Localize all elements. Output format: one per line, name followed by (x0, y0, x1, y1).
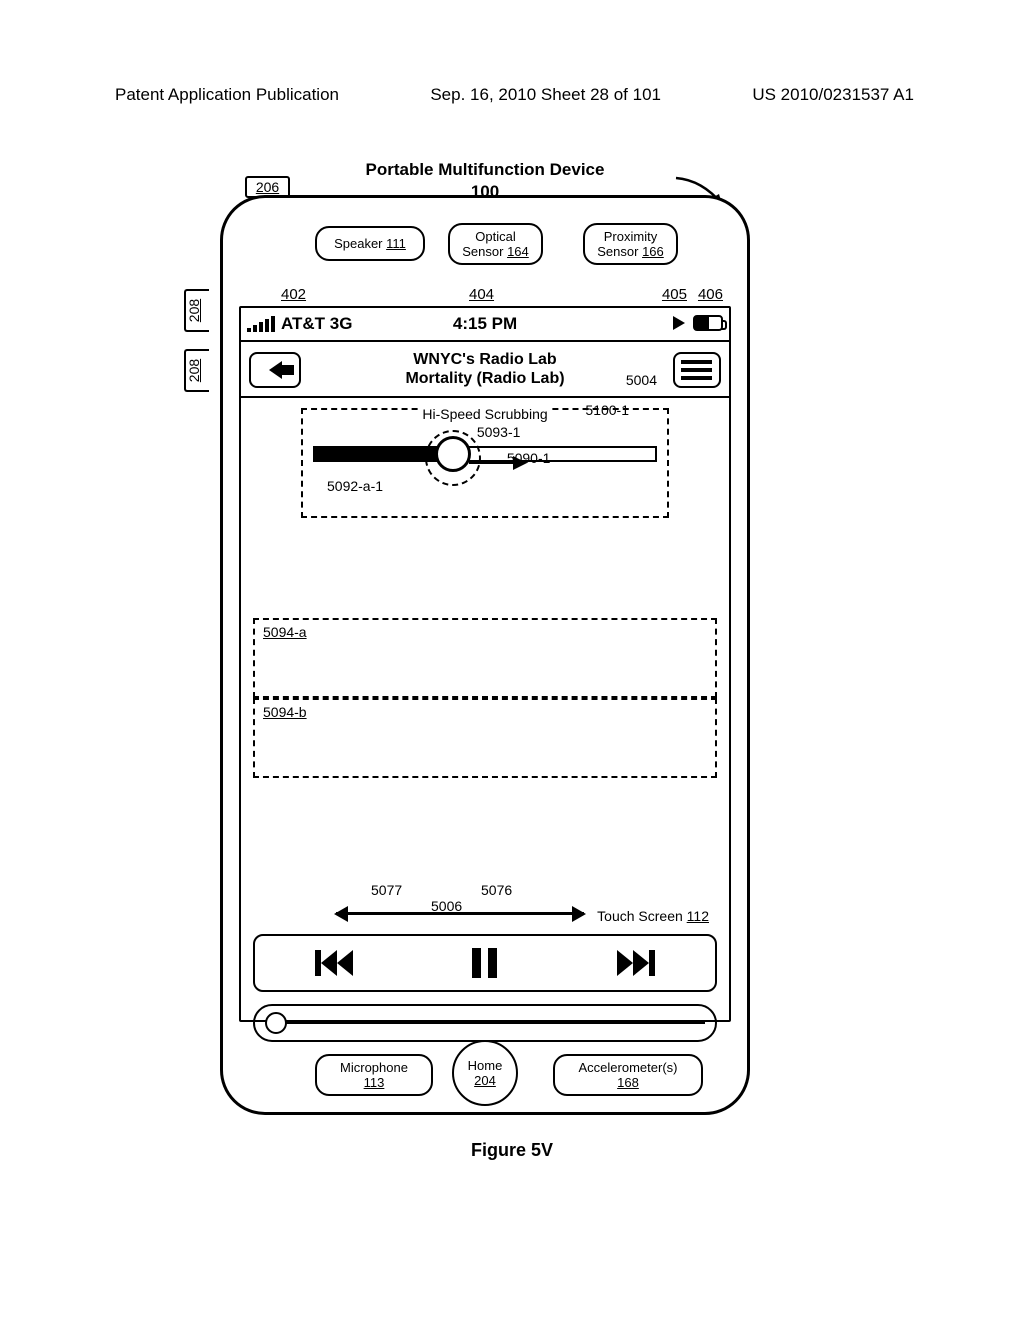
ref-5093-1: 5093-1 (477, 424, 521, 440)
ref-5100-1: 5100-1 (585, 402, 629, 418)
page-header: Patent Application Publication Sep. 16, … (0, 85, 1024, 105)
optical-sensor-label: Optical Sensor 164 (448, 223, 543, 265)
signal-bars-icon (247, 316, 275, 332)
skip-back-button[interactable] (315, 950, 353, 976)
pause-icon (472, 948, 481, 978)
ref-5094-b: 5094-b (261, 704, 309, 720)
header-left: Patent Application Publication (115, 85, 339, 105)
status-bar: AT&T 3G 4:15 PM (241, 308, 729, 340)
now-playing-icon (673, 316, 685, 330)
ref-5076: 5076 (481, 882, 512, 898)
home-button[interactable]: Home 204 (452, 1040, 518, 1106)
progress-bar[interactable] (313, 446, 657, 462)
ref-5077: 5077 (371, 882, 402, 898)
proximity-sensor-label: Proximity Sensor 166 (583, 223, 678, 265)
now-playing-titles: WNYC's Radio Lab Mortality (Radio Lab) (405, 350, 564, 388)
accelerometer-label: Accelerometer(s)168 (553, 1054, 703, 1096)
ref-5094-a: 5094-a (261, 624, 309, 640)
transport-controls (253, 934, 717, 992)
microphone-label: Microphone113 (315, 1054, 433, 1096)
touch-screen[interactable]: AT&T 3G 4:15 PM WNYC's Radio Lab Mortali… (239, 306, 731, 1022)
ref-406: 406 (698, 286, 723, 303)
clock: 4:15 PM (453, 314, 517, 334)
skip-back-icon (321, 950, 337, 976)
track-title: WNYC's Radio Lab (405, 350, 564, 369)
ref-208-tab-a: 208 (184, 289, 209, 332)
header-center: Sep. 16, 2010 Sheet 28 of 101 (430, 85, 661, 105)
skip-forward-icon (617, 950, 633, 976)
volume-slider[interactable] (253, 1004, 717, 1042)
home-ref: 204 (474, 1073, 496, 1088)
ref-405: 405 (662, 286, 687, 303)
device-body: Speaker 111 Optical Sensor 164 Proximity… (220, 195, 750, 1115)
ref-5092-a-1: 5092-a-1 (327, 478, 383, 494)
progress-thumb[interactable] (435, 436, 471, 472)
ref-208-tab-b: 208 (184, 349, 209, 392)
scrub-rate-label: Hi-Speed Scrubbing (418, 406, 551, 422)
speaker-label: Speaker 111 (315, 226, 425, 261)
ref-402: 402 (281, 286, 306, 303)
bottom-components-row: Microphone113 Home 204 Accelerometer(s)1… (223, 1040, 747, 1096)
tracklist-button[interactable] (673, 352, 721, 388)
volume-track (285, 1022, 705, 1024)
header-right: US 2010/0231537 A1 (752, 85, 914, 105)
track-subtitle: Mortality (Radio Lab) (405, 369, 564, 388)
skip-forward-button[interactable] (617, 950, 655, 976)
carrier-label: AT&T 3G (281, 314, 352, 334)
back-arrow-icon (269, 361, 282, 379)
volume-thumb[interactable] (265, 1012, 287, 1034)
home-label: Home (468, 1058, 503, 1073)
scrub-region: Hi-Speed Scrubbing 5100-1 5093-1 5090-1 … (301, 408, 669, 528)
ref-404: 404 (469, 286, 494, 303)
list-icon (682, 360, 712, 364)
nav-header: WNYC's Radio Lab Mortality (Radio Lab) 5… (241, 340, 729, 398)
bidirectional-arrow-icon (336, 912, 584, 915)
ref-5004: 5004 (626, 372, 657, 388)
ref-5090-1: 5090-1 (507, 450, 551, 466)
touch-screen-label: Touch Screen 112 (597, 908, 709, 924)
back-button[interactable] (249, 352, 301, 388)
region-5094-a: 5094-a (253, 618, 717, 698)
figure-caption: Figure 5V (0, 1140, 1024, 1161)
battery-icon (693, 315, 723, 331)
pause-button[interactable] (472, 948, 497, 978)
region-5094-b: 5094-b (253, 698, 717, 778)
